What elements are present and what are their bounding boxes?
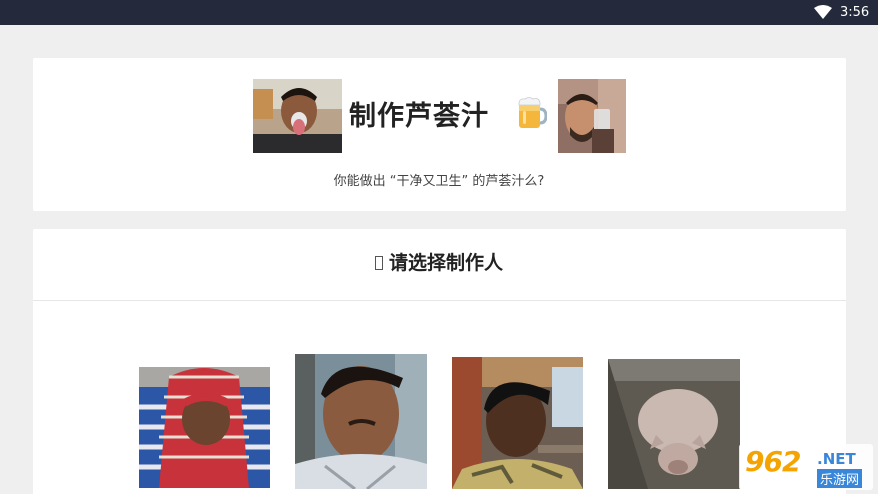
watermark-domain: .NET xyxy=(817,450,856,468)
status-bar: 3:56 xyxy=(0,0,878,25)
maker-pig-photo[interactable] xyxy=(608,359,740,489)
watermark-chinese: 乐游网 xyxy=(817,469,863,488)
maker-scarf-man-photo[interactable] xyxy=(139,367,270,488)
missing-glyph-icon xyxy=(374,256,383,270)
section-title-text: 请选择制作人 xyxy=(388,252,503,274)
maker-teen-man-photo[interactable] xyxy=(452,357,583,489)
man-holding-glass-photo xyxy=(558,79,626,153)
page-subtitle: 你能做出 “干净又卫生” 的芦荟汁么? xyxy=(333,174,545,189)
watermark-number: 962 xyxy=(745,445,801,478)
page-title: 制作芦荟汁 xyxy=(349,101,489,132)
maker-young-man-photo[interactable] xyxy=(295,354,427,489)
section-divider xyxy=(33,300,846,301)
boy-tongue-out-photo xyxy=(253,79,342,153)
site-watermark: 962 .NET 乐游网 xyxy=(739,444,873,490)
wifi-icon xyxy=(814,5,832,19)
beer-mug-icon xyxy=(518,97,547,128)
section-title: 请选择制作人 xyxy=(0,248,878,275)
status-time: 3:56 xyxy=(840,5,870,20)
